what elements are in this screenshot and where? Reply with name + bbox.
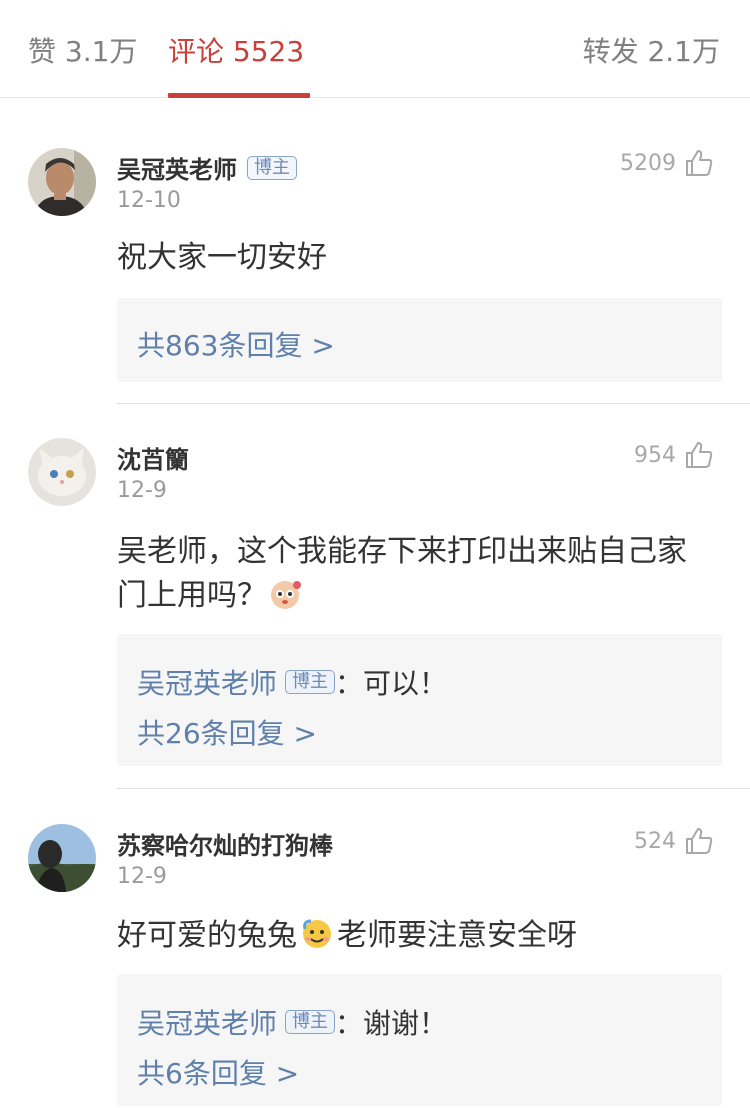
comment-date: 12-10 [117, 188, 181, 213]
blogger-badge: 博主 [285, 1010, 336, 1034]
blogger-reply: 吴冠英老师 博主 ：谢谢！ [137, 1002, 447, 1042]
avatar[interactable] [28, 148, 96, 216]
view-replies-link[interactable]: 共863条回复 > [137, 324, 335, 364]
blogger-badge: 博主 [285, 670, 336, 694]
like-button[interactable]: 5209 [620, 148, 714, 178]
like-count: 524 [634, 828, 676, 854]
comment-author[interactable]: 吴冠英老师 [117, 150, 237, 185]
tab-likes[interactable]: 赞 3.1万 [28, 30, 137, 70]
tab-reposts[interactable]: 转发 2.1万 [583, 30, 720, 70]
comment-author[interactable]: 沈苩籣 [117, 440, 189, 475]
avatar[interactable] [28, 438, 96, 506]
comment-text-body: 吴老师，这个我能存下来打印出来贴自己家门上用吗？ [117, 534, 687, 613]
reply-text: ：可以！ [335, 667, 448, 700]
view-replies-link[interactable]: 共26条回复 > [137, 712, 317, 752]
active-tab-indicator [168, 93, 310, 98]
like-button[interactable]: 524 [634, 826, 714, 856]
comment-text: 祝大家一切安好 [117, 240, 327, 275]
comment-text: 好可爱的兔兔 老师要注意安全呀 [117, 914, 717, 958]
comment-text: 吴老师，这个我能存下来打印出来贴自己家门上用吗？ [117, 530, 707, 618]
reply-text: ：谢谢！ [335, 1007, 448, 1040]
thumbs-up-icon [684, 148, 714, 178]
comment-date: 12-9 [117, 864, 167, 889]
like-button[interactable]: 954 [634, 440, 714, 470]
thumbs-up-icon [684, 826, 714, 856]
reply-box[interactable]: 吴冠英老师 博主 ：谢谢！ 共6条回复 > [117, 974, 722, 1106]
comment-date: 12-9 [117, 478, 167, 503]
tab-comments[interactable]: 评论 5523 [168, 30, 304, 70]
reply-author[interactable]: 吴冠英老师 [137, 662, 277, 702]
like-count: 954 [634, 442, 676, 468]
comment-tab-bar: 赞 3.1万 评论 5523 转发 2.1万 [0, 0, 750, 98]
reply-box[interactable]: 共863条回复 > [117, 298, 722, 382]
blogger-badge: 博主 [247, 155, 297, 180]
comment-author[interactable]: 苏察哈尔灿的打狗棒 [117, 826, 333, 861]
reply-box[interactable]: 吴冠英老师 博主 ：可以！ 共26条回复 > [117, 634, 722, 766]
thumbs-up-icon [684, 440, 714, 470]
blogger-reply: 吴冠英老师 博主 ：可以！ [137, 662, 447, 702]
divider [117, 788, 750, 789]
divider [117, 403, 750, 404]
like-count: 5209 [620, 150, 676, 176]
sweat-smile-emoji-icon [299, 915, 335, 951]
comment-text-part: 好可爱的兔兔 [117, 918, 297, 953]
comment-text-part: 老师要注意安全呀 [337, 918, 577, 953]
cute-face-emoji-icon [267, 575, 303, 611]
view-replies-link[interactable]: 共6条回复 > [137, 1052, 299, 1092]
avatar[interactable] [28, 824, 96, 892]
reply-author[interactable]: 吴冠英老师 [137, 1002, 277, 1042]
